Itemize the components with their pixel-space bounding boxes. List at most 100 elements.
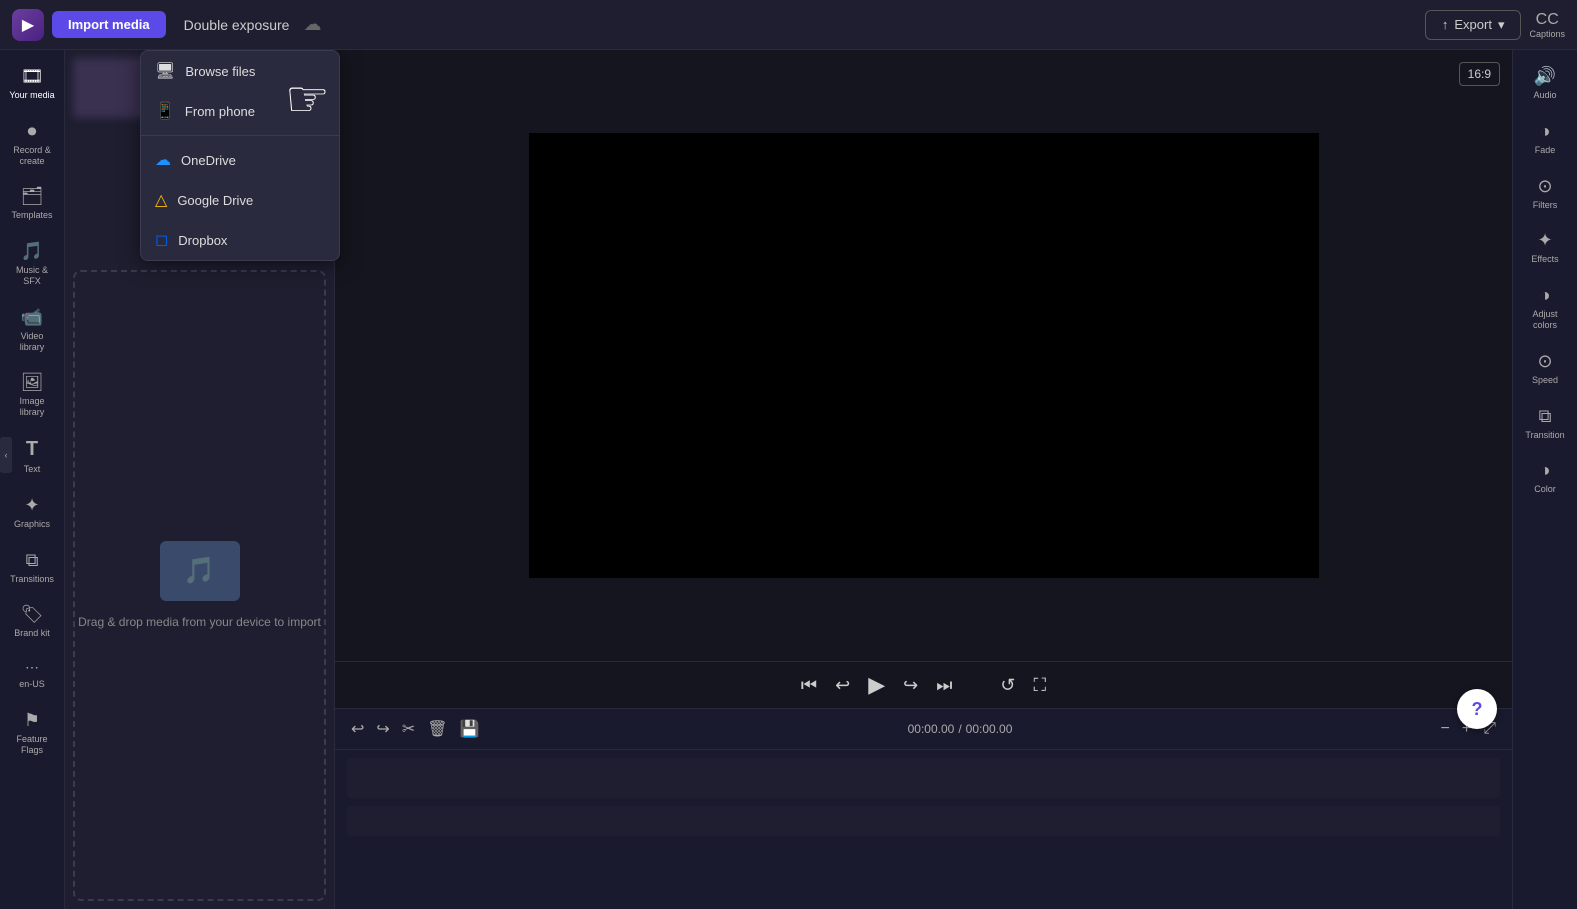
dropdown-onedrive[interactable]: ☁ OneDrive xyxy=(141,140,339,180)
chevron-left-icon: ‹ xyxy=(5,450,8,460)
drop-hint-text: Drag & drop media from your device to im… xyxy=(78,613,321,631)
record-create-icon: ⏺ xyxy=(28,121,37,142)
project-title: Double exposure xyxy=(184,17,290,33)
forward-button[interactable]: ↪ xyxy=(903,675,918,696)
sidebar-item-graphics[interactable]: ✦ Graphics xyxy=(3,487,61,538)
from-phone-label: From phone xyxy=(185,104,255,119)
captions-button[interactable]: CC Captions xyxy=(1529,11,1565,39)
sidebar-item-label-text: Text xyxy=(24,464,41,475)
sidebar-item-label-image-library: Image library xyxy=(9,396,55,418)
google-drive-label: Google Drive xyxy=(177,193,253,208)
timeline-separator: / xyxy=(958,722,961,736)
filters-icon: ⊙ xyxy=(1537,176,1552,197)
sidebar-item-music-sfx[interactable]: 🎵 Music & SFX xyxy=(3,233,61,295)
sidebar-item-image-library[interactable]: 🖼 Image library xyxy=(3,364,61,426)
sidebar-item-transitions[interactable]: ⧉ Transitions xyxy=(3,542,61,593)
fullscreen-button[interactable]: ⛶ xyxy=(1034,675,1047,696)
import-media-button[interactable]: Import media xyxy=(52,11,166,38)
onedrive-label: OneDrive xyxy=(181,153,236,168)
onedrive-icon: ☁ xyxy=(155,150,171,170)
feature-flags-icon: ⚑ xyxy=(24,710,40,731)
your-media-icon: 🎞 xyxy=(21,66,44,87)
undo-button[interactable]: ↩ xyxy=(347,715,368,743)
sidebar-item-brand-kit[interactable]: 🏷 Brand kit xyxy=(3,596,61,647)
captions-label: Captions xyxy=(1529,29,1565,39)
right-item-label-fade: Fade xyxy=(1535,145,1556,156)
text-icon: T xyxy=(26,438,38,461)
music-placeholder-icon: 🎵 xyxy=(160,541,240,601)
phone-icon: 📱 xyxy=(155,101,175,121)
speed-icon: ⊙ xyxy=(1537,351,1552,372)
export-label: Export xyxy=(1454,17,1492,32)
sidebar-item-record-create[interactable]: ⏺ Record &create xyxy=(3,113,61,175)
right-item-label-effects: Effects xyxy=(1531,254,1558,265)
sidebar-item-label-music-sfx: Music & SFX xyxy=(9,265,55,287)
right-item-effects[interactable]: ✦ Effects xyxy=(1515,222,1575,273)
sidebar-item-templates[interactable]: 🗂 Templates xyxy=(3,178,61,229)
captions-icon: CC xyxy=(1536,11,1559,29)
sidebar-item-label-brand-kit: Brand kit xyxy=(14,628,50,639)
right-item-color[interactable]: ◑ Color xyxy=(1515,452,1575,503)
right-sidebar-collapse-button[interactable]: ‹ xyxy=(0,437,12,473)
google-drive-icon: △ xyxy=(155,190,167,210)
dropbox-label: Dropbox xyxy=(178,233,227,248)
right-item-fade[interactable]: ◑ Fade xyxy=(1515,113,1575,164)
right-item-filters[interactable]: ⊙ Filters xyxy=(1515,168,1575,219)
right-item-transition[interactable]: ⧉ Transition xyxy=(1515,398,1575,449)
play-button[interactable]: ▶ xyxy=(868,672,885,698)
loop-button[interactable]: ↺ xyxy=(1000,675,1015,696)
en-us-icon: ⋯ xyxy=(25,659,39,676)
help-button[interactable]: ? xyxy=(1457,689,1497,729)
sidebar-item-feature-flags[interactable]: ⚑ Feature Flags xyxy=(3,702,61,764)
timeline-track-2 xyxy=(347,806,1500,836)
timeline-toolbar: ↩ ↪ ✂ 🗑 💾 00:00.00 / 00:00.00 − + ⤢ xyxy=(335,708,1512,749)
music-sfx-icon: 🎵 xyxy=(21,241,43,262)
main-body: 🎞 Your media ⏺ Record &create 🗂 Template… xyxy=(0,50,1577,909)
image-library-icon: 🖼 xyxy=(21,372,44,393)
effects-icon: ✦ xyxy=(1537,230,1552,251)
export-arrow-icon: ↑ xyxy=(1442,17,1449,32)
sidebar-item-label-graphics: Graphics xyxy=(14,519,50,530)
dropbox-icon: ◻ xyxy=(155,230,168,250)
sidebar-item-video-library[interactable]: 📹 Video library xyxy=(3,299,61,361)
rewind-button[interactable]: ↩ xyxy=(835,675,850,696)
skip-back-button[interactable]: ⏮ xyxy=(801,675,817,696)
cut-button[interactable]: ✂ xyxy=(398,715,419,743)
brand-kit-icon: 🏷 xyxy=(21,604,44,625)
zoom-out-button[interactable]: − xyxy=(1437,716,1454,742)
export-chevron-icon: ▾ xyxy=(1498,17,1505,33)
dropdown-from-phone[interactable]: 📱 From phone xyxy=(141,91,339,131)
export-button[interactable]: ↑ Export ▾ xyxy=(1425,10,1522,40)
skip-forward-button[interactable]: ⏭ xyxy=(936,675,952,696)
right-item-audio[interactable]: 🔊 Audio xyxy=(1515,58,1575,109)
color-icon: ◑ xyxy=(1540,460,1551,481)
dropdown-dropbox[interactable]: ◻ Dropbox xyxy=(141,220,339,260)
audio-icon: 🔊 xyxy=(1534,66,1556,87)
delete-button[interactable]: 🗑 xyxy=(423,715,451,743)
sidebar-item-label-video-library: Video library xyxy=(9,331,55,353)
dropdown-google-drive[interactable]: △ Google Drive xyxy=(141,180,339,220)
sidebar-item-label-en-us: en-US xyxy=(19,679,45,690)
graphics-icon: ✦ xyxy=(24,495,39,516)
right-item-label-filters: Filters xyxy=(1533,200,1558,211)
save-button[interactable]: 💾 xyxy=(456,715,484,743)
transition-icon: ⧉ xyxy=(1539,406,1552,427)
timeline-current-time: 00:00.00 xyxy=(908,722,955,736)
redo-button[interactable]: ↪ xyxy=(372,715,393,743)
right-item-label-audio: Audio xyxy=(1533,90,1556,101)
video-preview xyxy=(529,133,1319,578)
right-item-speed[interactable]: ⊙ Speed xyxy=(1515,343,1575,394)
media-drop-area[interactable]: 🎵 Drag & drop media from your device to … xyxy=(73,270,326,901)
sidebar-item-your-media[interactable]: 🎞 Your media xyxy=(3,58,61,109)
timeline-track-1 xyxy=(347,758,1500,798)
left-sidebar: 🎞 Your media ⏺ Record &create 🗂 Template… xyxy=(0,50,65,909)
right-item-adjust-colors[interactable]: ◑ Adjust colors xyxy=(1515,277,1575,339)
sidebar-item-en-us[interactable]: ⋯ en-US xyxy=(3,651,61,698)
sidebar-item-label-transitions: Transitions xyxy=(10,574,54,585)
timeline-total-time: 00:00.00 xyxy=(966,722,1013,736)
dropdown-browse-files[interactable]: 🖥 Browse files xyxy=(141,51,339,91)
transitions-icon: ⧉ xyxy=(26,550,39,571)
aspect-ratio-badge[interactable]: 16:9 xyxy=(1459,62,1500,86)
timeline-area xyxy=(335,749,1512,909)
video-preview-container: 16:9 xyxy=(335,50,1512,661)
